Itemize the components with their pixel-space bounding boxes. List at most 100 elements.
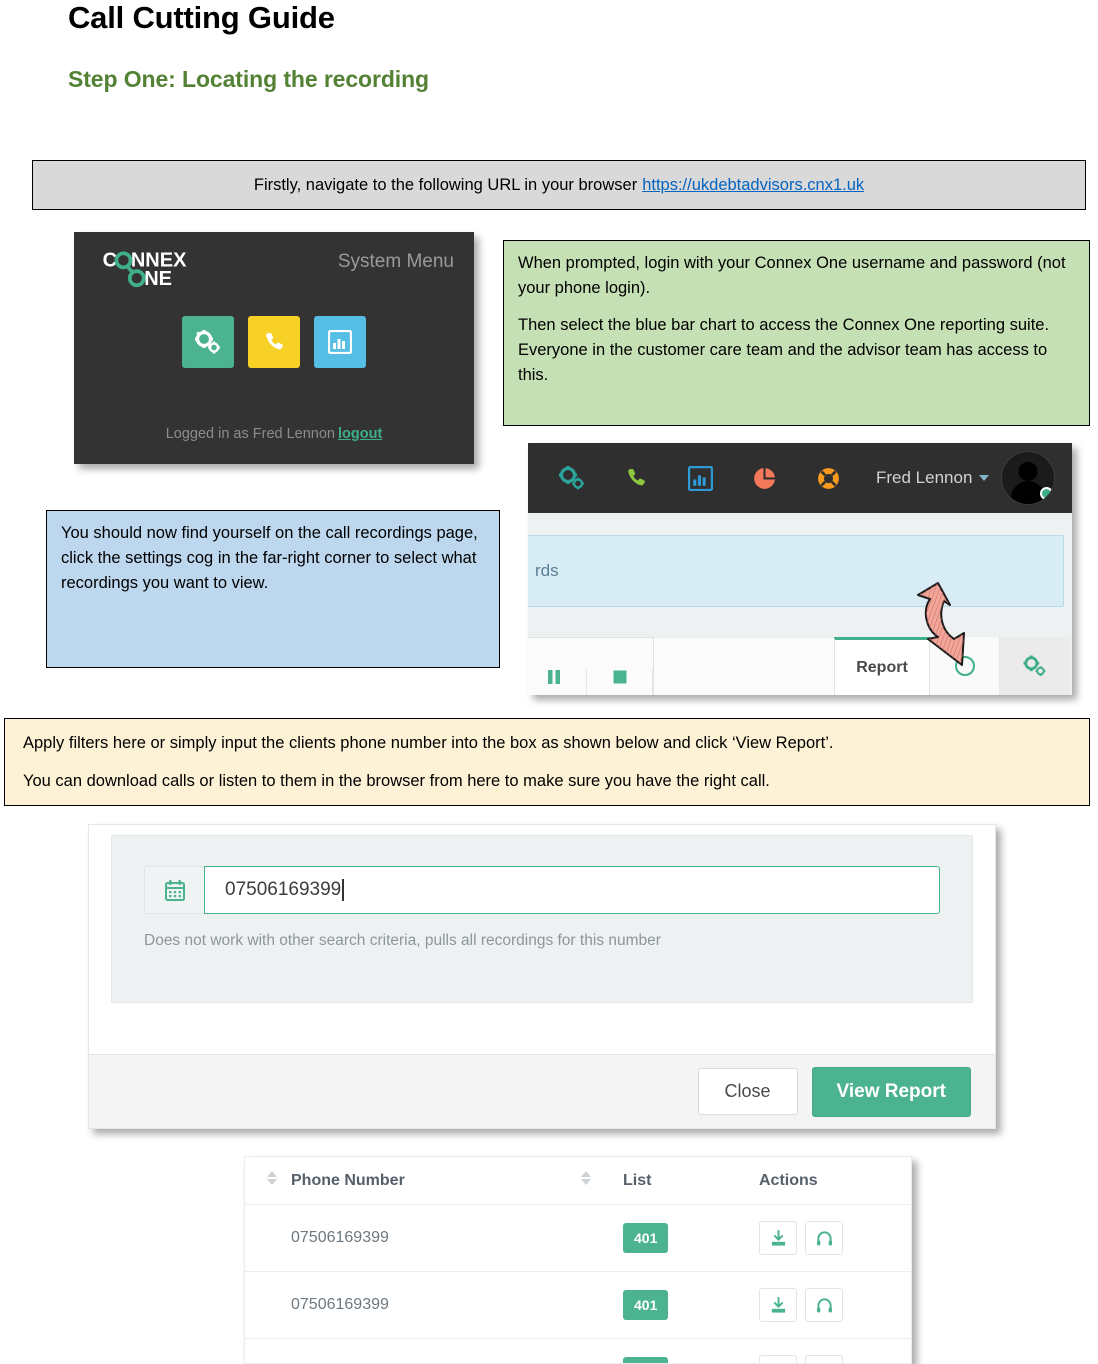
connex-top-navigation-bar: Fred Lennon [528, 443, 1072, 513]
row-sort-spacer-2 [581, 1338, 623, 1363]
callout-cream-paragraph-1: Apply filters here or simply input the c… [23, 734, 834, 752]
calendar-addon[interactable] [144, 866, 204, 914]
dialog-footer: Close View Report [89, 1054, 995, 1128]
circle-icon [954, 656, 975, 676]
results-table-body: 07506169399 401 07506169399 401 [245, 1204, 911, 1363]
headphones-icon [816, 1230, 832, 1245]
cell-list: 401 [623, 1271, 759, 1339]
playback-controls-group [528, 637, 654, 695]
callout-filters-instructions: Apply filters here or simply input the c… [4, 718, 1090, 806]
column-header-phone-number: Phone Number [291, 1157, 581, 1205]
callout-blue-paragraph-1: You should now find yourself on the call… [61, 524, 478, 592]
phone-search-dialog-screenshot: 07506169399 Does not work with other sea… [88, 824, 996, 1129]
url-instruction-banner: Firstly, navigate to the following URL i… [32, 160, 1086, 210]
system-menu-phone-tile[interactable] [248, 316, 300, 368]
phone-icon [265, 332, 283, 349]
pause-icon [547, 670, 560, 684]
sort-list-button[interactable] [581, 1157, 623, 1205]
user-name-label: Fred Lennon [876, 468, 973, 487]
system-menu-screenshot: C NNEX NE System Menu Logged in as Fred … [74, 232, 474, 464]
callout-cream-paragraph-2: You can download calls or listen to them… [23, 772, 770, 790]
download-icon [771, 1296, 785, 1313]
cell-list: 401 [623, 1338, 759, 1363]
cell-actions [759, 1338, 911, 1363]
system-menu-tiles [74, 316, 474, 368]
table-row[interactable]: 07506169399 401 [245, 1204, 911, 1272]
listen-recording-button[interactable] [805, 1288, 843, 1322]
logout-link[interactable]: logout [338, 426, 382, 442]
column-header-actions: Actions [759, 1157, 911, 1205]
sort-arrows-icon [267, 1171, 277, 1185]
nav-pie-chart-button[interactable] [742, 458, 786, 498]
logged-in-text: Logged in as Fred Lennon [165, 426, 335, 442]
phone-number-input-value: 07506169399 [225, 879, 342, 900]
url-instruction-text: Firstly, navigate to the following URL i… [253, 175, 638, 194]
pause-button[interactable] [528, 669, 587, 695]
listen-recording-button[interactable] [805, 1355, 843, 1363]
callout-login-instructions: When prompted, login with your Connex On… [503, 240, 1090, 426]
nav-bar-chart-button[interactable] [678, 458, 722, 498]
system-menu-bar-chart-tile[interactable] [314, 316, 366, 368]
bar-chart-icon [328, 330, 352, 354]
callout-green-paragraph-2: Then select the blue bar chart to access… [518, 316, 1050, 384]
download-recording-button[interactable] [759, 1221, 797, 1255]
callout-call-recordings-instructions: You should now find yourself on the call… [46, 510, 500, 668]
table-header-row: Phone Number List Actions [245, 1157, 911, 1205]
settings-cogs-icon [559, 466, 584, 490]
nav-phone-button[interactable] [614, 458, 658, 498]
download-recording-button[interactable] [759, 1288, 797, 1322]
nav-lifebuoy-button[interactable] [806, 458, 850, 498]
user-menu-button[interactable]: Fred Lennon [876, 468, 990, 488]
recordings-info-bar: rds [528, 535, 1064, 607]
list-badge: 401 [623, 1290, 669, 1320]
online-status-dot [1040, 487, 1054, 500]
refresh-circle-button[interactable] [930, 637, 1000, 695]
listen-recording-button[interactable] [805, 1221, 843, 1255]
connex-url-link[interactable]: https://ukdebtadvisors.cnx1.uk [642, 176, 864, 195]
cell-actions [759, 1271, 911, 1339]
callout-green-paragraph-1: When prompted, login with your Connex On… [518, 254, 1066, 297]
sort-phone-number-button[interactable] [245, 1157, 291, 1205]
row-sort-spacer [245, 1271, 291, 1339]
stop-button[interactable] [587, 669, 653, 695]
phone-icon [627, 468, 645, 485]
table-row[interactable]: 07506169399 401 [245, 1338, 911, 1363]
report-settings-cog-button[interactable] [1000, 637, 1070, 695]
download-icon [771, 1229, 785, 1246]
settings-cogs-icon [1023, 655, 1046, 677]
report-controls-row: Report [528, 637, 1070, 695]
list-badge: 401 [623, 1357, 669, 1363]
row-sort-spacer-2 [581, 1204, 623, 1272]
page-title: Call Cutting Guide [68, 0, 335, 35]
phone-search-input-group: 07506169399 [144, 866, 940, 914]
text-cursor [342, 879, 344, 901]
call-recordings-results-table-screenshot: Phone Number List Actions 07506169399 40… [244, 1156, 912, 1364]
lifebuoy-icon [817, 467, 839, 489]
tab-report[interactable]: Report [834, 637, 930, 695]
nav-settings-cogs-button[interactable] [550, 458, 594, 498]
cell-phone-number: 07506169399 [291, 1204, 581, 1272]
connex-report-page-screenshot: Fred Lennon rds Report [528, 443, 1072, 695]
cogs-icon [195, 330, 221, 354]
avatar[interactable] [1001, 451, 1056, 505]
svg-text:NE: NE [144, 268, 172, 290]
row-sort-spacer [245, 1204, 291, 1272]
info-bar-text: rds [535, 561, 559, 580]
logged-in-status: Logged in as Fred Lennon logout [74, 426, 474, 442]
cell-list: 401 [623, 1204, 759, 1272]
download-recording-button[interactable] [759, 1355, 797, 1363]
bar-chart-icon [687, 465, 713, 491]
sort-arrows-icon [581, 1171, 591, 1185]
view-report-button[interactable]: View Report [811, 1066, 971, 1117]
results-table: Phone Number List Actions 07506169399 40… [245, 1157, 911, 1363]
cell-actions [759, 1204, 911, 1272]
close-button[interactable]: Close [697, 1068, 798, 1115]
phone-number-input[interactable]: 07506169399 [204, 866, 940, 914]
page-background-strip [528, 513, 1072, 535]
headphones-icon [816, 1297, 832, 1312]
pie-chart-icon [753, 467, 776, 489]
system-menu-cogs-tile[interactable] [182, 316, 234, 368]
row-sort-spacer-2 [581, 1271, 623, 1339]
table-row[interactable]: 07506169399 401 [245, 1271, 911, 1339]
controls-spacer [654, 637, 834, 695]
